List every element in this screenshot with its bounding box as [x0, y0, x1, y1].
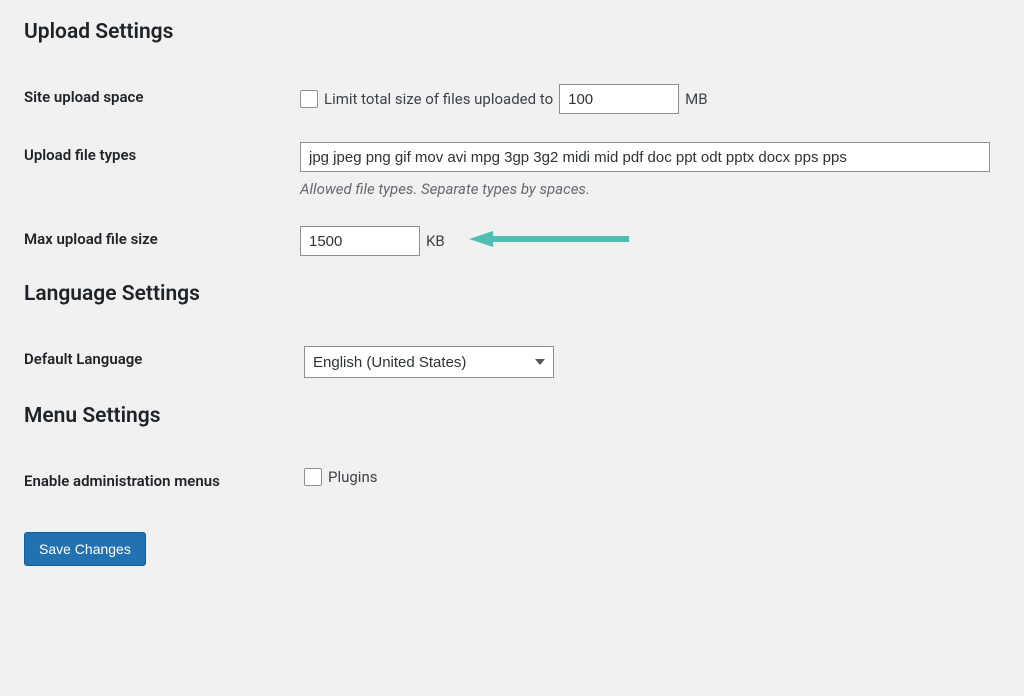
default-language-select[interactable]: English (United States): [304, 346, 554, 378]
limit-upload-input[interactable]: [559, 84, 679, 114]
plugins-checkbox[interactable]: [304, 468, 322, 486]
language-settings-heading: Language Settings: [24, 282, 1000, 306]
site-upload-space-label: Site upload space: [24, 70, 300, 128]
upload-file-types-input[interactable]: [300, 142, 990, 172]
max-upload-label: Max upload file size: [24, 212, 300, 270]
save-button[interactable]: Save Changes: [24, 532, 146, 566]
default-language-label: Default Language: [24, 332, 304, 392]
limit-upload-unit: MB: [685, 90, 707, 108]
max-upload-unit: KB: [426, 232, 445, 250]
max-upload-input[interactable]: [300, 226, 420, 256]
upload-file-types-label: Upload file types: [24, 128, 300, 212]
upload-settings-heading: Upload Settings: [24, 20, 1000, 44]
upload-file-types-description: Allowed file types. Separate types by sp…: [300, 180, 990, 198]
enable-admin-menus-label: Enable administration menus: [24, 454, 304, 508]
menu-settings-heading: Menu Settings: [24, 404, 1000, 428]
plugins-label: Plugins: [328, 468, 377, 486]
arrow-icon: [469, 229, 629, 253]
limit-upload-label: Limit total size of files uploaded to: [324, 90, 553, 108]
limit-upload-checkbox[interactable]: [300, 90, 318, 108]
